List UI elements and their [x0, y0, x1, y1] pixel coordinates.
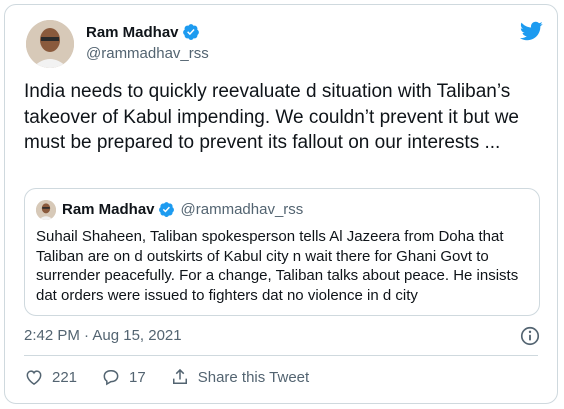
- author-handle[interactable]: @rammadhav_rss: [86, 45, 209, 62]
- like-count: 221: [52, 368, 78, 386]
- reply-button[interactable]: 17: [101, 367, 146, 387]
- quoted-author-name: Ram Madhav: [62, 201, 155, 218]
- share-icon: [172, 368, 187, 384]
- divider: [24, 355, 538, 356]
- tweet-text: India needs to quickly reevaluate d situ…: [24, 81, 519, 153]
- tweet-timestamp[interactable]: 2:42 PM · Aug 15, 2021: [24, 327, 182, 344]
- verified-badge-icon: [182, 24, 199, 40]
- reply-count: 17: [129, 368, 146, 386]
- avatar[interactable]: [26, 20, 74, 68]
- tweet-card[interactable]: Ram Madhav @rammadhav_rss India needs to…: [4, 4, 558, 404]
- reply-icon: [103, 370, 119, 386]
- share-button[interactable]: Share this Tweet: [170, 367, 309, 387]
- quoted-author-handle: @rammadhav_rss: [180, 201, 304, 218]
- action-bar: 221 17 Share this Tweet: [24, 367, 333, 387]
- info-icon[interactable]: [519, 325, 541, 347]
- like-button[interactable]: 221: [24, 367, 77, 387]
- heart-icon: [26, 370, 42, 385]
- quoted-tweet[interactable]: Ram Madhav @rammadhav_rss Suhail Shaheen…: [24, 188, 540, 316]
- verified-badge-icon: [158, 202, 174, 217]
- quoted-avatar: [36, 200, 56, 220]
- quoted-tweet-text: Suhail Shaheen, Taliban spokesperson tel…: [36, 228, 519, 304]
- share-label: Share this Tweet: [197, 368, 310, 386]
- author-name[interactable]: Ram Madhav: [86, 24, 179, 41]
- twitter-bird-icon[interactable]: [519, 19, 543, 43]
